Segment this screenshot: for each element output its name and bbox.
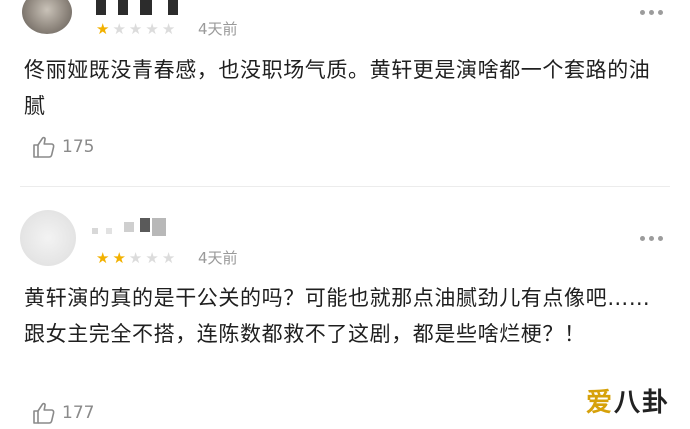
avatar[interactable] xyxy=(22,0,72,34)
star-icon: ★ xyxy=(96,20,110,38)
star-icon: ★ xyxy=(112,249,126,267)
thumbs-up-icon xyxy=(33,402,55,424)
avatar[interactable] xyxy=(20,210,76,266)
rating-stars: ★ ★ ★ ★ ★ xyxy=(96,251,175,266)
star-icon: ★ xyxy=(112,20,126,38)
more-dots-icon[interactable] xyxy=(640,10,663,15)
comment-time: 4天前 xyxy=(198,249,238,267)
like-count: 175 xyxy=(62,137,95,157)
star-icon: ★ xyxy=(145,20,159,38)
like-button[interactable]: 177 xyxy=(32,402,94,424)
username-redacted xyxy=(92,214,182,240)
star-icon: ★ xyxy=(128,249,143,267)
rating-stars: ★ ★ ★ ★ ★ xyxy=(96,22,175,37)
star-icon: ★ xyxy=(145,249,159,267)
divider xyxy=(20,186,670,187)
comment-list: ★ ★ ★ ★ ★ 4天前 佟丽娅既没青春感，也没职场气质。黄轩更是演啥都一个套… xyxy=(0,0,690,429)
watermark-logo: 爱八卦 xyxy=(585,388,670,418)
star-icon: ★ xyxy=(161,20,176,38)
more-dots-icon[interactable] xyxy=(640,236,663,241)
star-icon: ★ xyxy=(128,20,143,38)
star-icon: ★ xyxy=(96,249,110,267)
comment-text: 黄轩演的真的是干公关的吗？可能也就那点油腻劲儿有点像吧……跟女主完全不搭，连陈数… xyxy=(24,286,651,346)
like-button[interactable]: 175 xyxy=(32,136,94,158)
like-count: 177 xyxy=(62,403,95,423)
comment-time: 4天前 xyxy=(198,20,238,38)
star-icon: ★ xyxy=(161,249,176,267)
comment-text: 佟丽娅既没青春感，也没职场气质。黄轩更是演啥都一个套路的油腻 xyxy=(24,58,651,118)
thumbs-up-icon xyxy=(33,136,55,158)
